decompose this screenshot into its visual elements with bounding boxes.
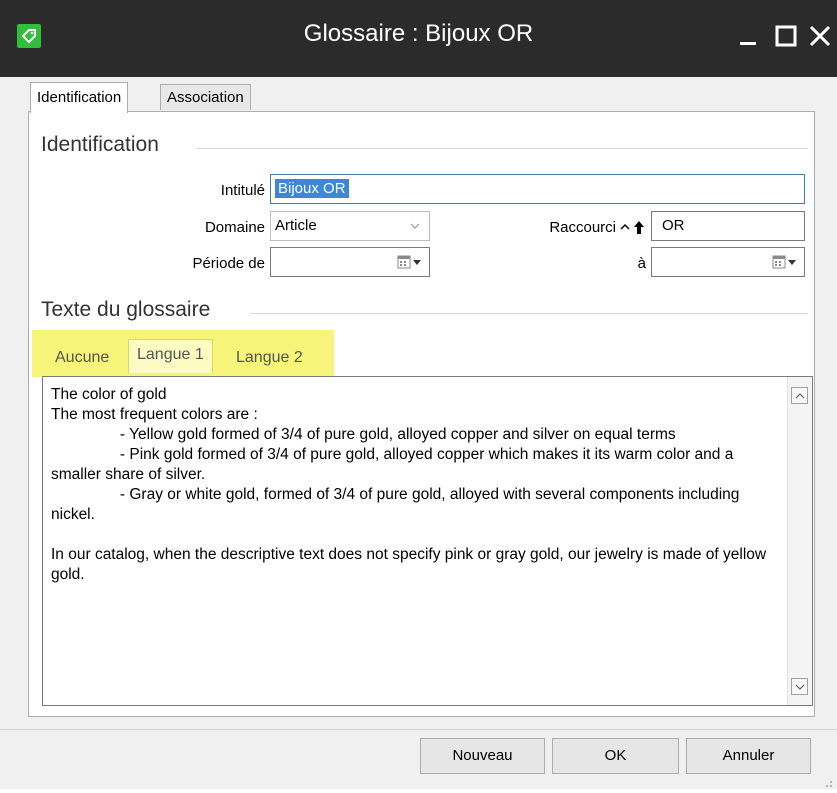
resize-grip-icon[interactable]: [823, 775, 833, 787]
tab-association[interactable]: Association: [160, 84, 251, 110]
a-label: à: [637, 255, 646, 272]
glossary-text: The color of gold The most frequent colo…: [51, 386, 767, 583]
minimize-button[interactable]: [728, 16, 768, 56]
calendar-icon[interactable]: [772, 255, 798, 269]
window-title: Glossaire : Bijoux OR: [303, 20, 534, 47]
identification-divider: [196, 148, 808, 149]
close-icon: [809, 25, 831, 47]
domaine-select[interactable]: Article: [270, 211, 430, 241]
nouveau-button[interactable]: Nouveau: [420, 738, 545, 774]
title-bar: Glossaire : Bijoux OR: [0, 0, 837, 77]
periode-label: Période de: [192, 255, 265, 272]
intitule-input[interactable]: Bijoux OR: [270, 174, 805, 204]
close-button[interactable]: [800, 16, 837, 56]
chevron-down-icon: [409, 212, 421, 250]
periode-date-input[interactable]: [270, 247, 430, 277]
raccourci-value: OR: [662, 217, 685, 234]
tab-langue-2[interactable]: Langue 2: [228, 343, 311, 373]
tab-aucune[interactable]: Aucune: [47, 343, 117, 373]
chevron-down-icon: [795, 684, 804, 690]
tab-langue-1[interactable]: Langue 1: [128, 339, 213, 373]
shift-shortcut-icon: [620, 219, 648, 240]
glossaire-group-title: Texte du glossaire: [41, 298, 211, 321]
domaine-label: Domaine: [204, 219, 265, 236]
a-date-input[interactable]: [651, 247, 805, 277]
raccourci-input[interactable]: OR: [651, 211, 805, 241]
button-bar-divider: [0, 729, 837, 730]
vertical-scrollbar[interactable]: [787, 377, 812, 705]
scroll-up-button[interactable]: [791, 387, 808, 404]
glossaire-divider: [250, 313, 808, 314]
identification-group-title: Identification: [41, 133, 159, 156]
annuler-button[interactable]: Annuler: [686, 738, 811, 774]
scroll-down-button[interactable]: [791, 678, 808, 695]
tab-identification[interactable]: Identification: [30, 82, 129, 113]
intitule-label: Intitulé: [220, 182, 265, 199]
intitule-value: Bijoux OR: [275, 179, 349, 198]
glossary-textarea[interactable]: The color of gold The most frequent colo…: [42, 376, 813, 706]
chevron-up-icon: [795, 392, 804, 398]
minimize-icon: [740, 42, 756, 45]
ok-button[interactable]: OK: [552, 738, 679, 774]
maximize-icon: [775, 25, 797, 47]
calendar-icon[interactable]: [397, 255, 423, 269]
domaine-value: Article: [275, 217, 317, 234]
raccourci-label: Raccourci: [549, 219, 616, 236]
